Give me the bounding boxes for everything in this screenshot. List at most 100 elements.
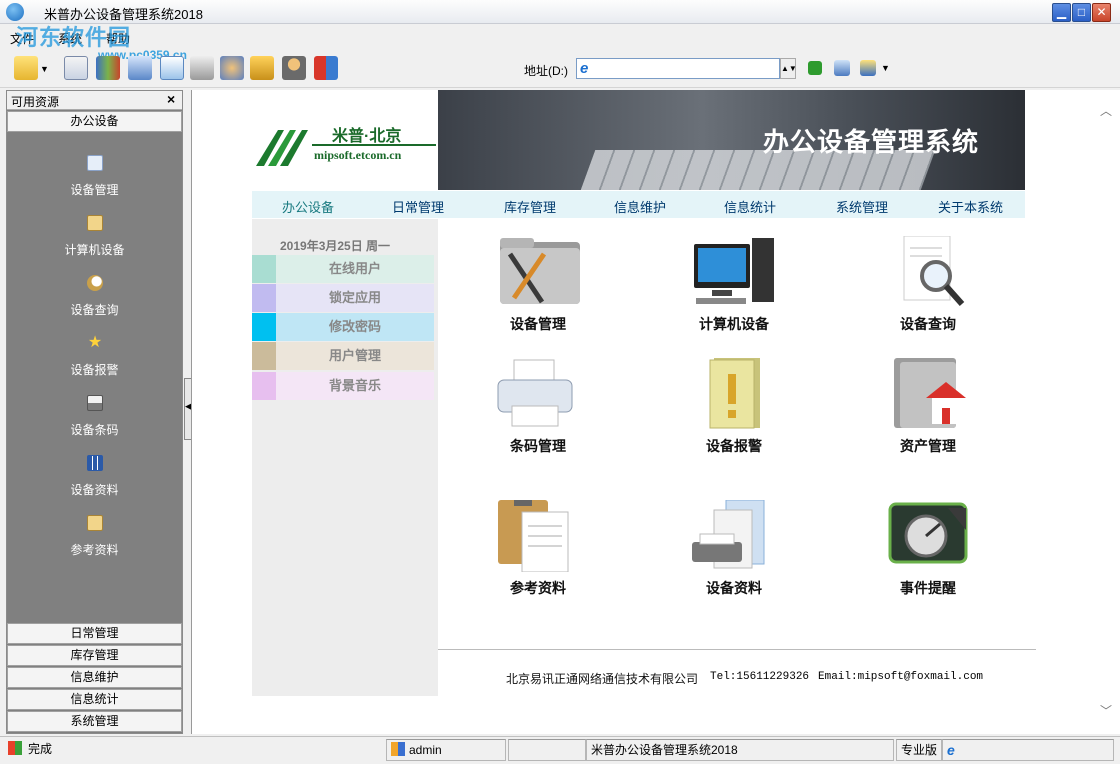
left-item-equipment-mgmt[interactable]: 设备管理	[7, 155, 182, 215]
address-dropdown[interactable]: ▲▼	[780, 58, 797, 79]
left-item-alarm[interactable]: ★ 设备报警	[7, 335, 182, 395]
tile-query[interactable]: 设备查询	[856, 236, 996, 346]
side-item-label: 背景音乐	[276, 372, 434, 400]
tile-equipment-mgmt[interactable]: 设备管理	[466, 236, 606, 346]
list-icon[interactable]	[64, 56, 88, 80]
nav-daily[interactable]: 日常管理	[392, 197, 444, 216]
monitor-icon[interactable]	[834, 60, 850, 76]
status-cell-main: 完成	[4, 739, 384, 761]
menu-bar: 文件 系统 帮助	[0, 26, 1120, 48]
ie-icon: e	[947, 742, 955, 758]
users-icon[interactable]	[220, 56, 244, 80]
date-label: 2019年3月25日 周一	[280, 239, 391, 253]
side-item-online-users[interactable]: 在线用户	[252, 255, 434, 283]
status-cell-app: 米普办公设备管理系统2018	[586, 739, 894, 761]
side-item-label: 修改密码	[276, 313, 434, 341]
chevron-down-icon[interactable]: ▼	[40, 64, 49, 74]
group-system[interactable]: 系统管理	[7, 711, 182, 732]
banner: 办公设备管理系统	[438, 90, 1025, 190]
tile-label: 资产管理	[900, 438, 956, 454]
side-item-change-password[interactable]: 修改密码	[252, 313, 434, 341]
go-icon[interactable]	[808, 61, 822, 75]
scroll-up-icon[interactable]: ︿	[1100, 102, 1112, 119]
document-icon	[87, 155, 103, 171]
open-icon[interactable]	[14, 56, 38, 80]
tile-event-reminder[interactable]: 事件提醒	[856, 500, 996, 610]
clipboard-icon	[87, 215, 103, 231]
group-statistics[interactable]: 信息统计	[7, 689, 182, 710]
panel-title: 可用资源	[11, 95, 60, 109]
color-swatch	[252, 342, 276, 370]
nav-about[interactable]: 关于本系统	[938, 197, 1003, 216]
group-daily[interactable]: 日常管理	[7, 623, 182, 644]
left-item-barcode[interactable]: 设备条码	[7, 395, 182, 455]
logo-divider	[312, 144, 436, 146]
panel-close-icon[interactable]: ×	[167, 91, 175, 107]
status-bar: 完成 admin 米普办公设备管理系统2018 专业版 e	[0, 736, 1120, 764]
color-swatch	[252, 255, 276, 283]
tile-alarm[interactable]: 设备报警	[662, 358, 802, 468]
tile-label: 计算机设备	[699, 316, 769, 332]
tile-reference[interactable]: 参考资料	[466, 500, 606, 610]
group-inventory[interactable]: 库存管理	[7, 645, 182, 666]
tile-equipment-data[interactable]: 设备资料	[662, 500, 802, 610]
left-item-label: 设备查询	[70, 303, 119, 317]
vertical-scrollbar[interactable]: ︿ ﹀	[1096, 90, 1116, 734]
app-icon	[6, 3, 24, 21]
left-item-label: 设备报警	[70, 363, 119, 377]
left-item-label: 参考资料	[70, 543, 119, 557]
magnifier-icon	[87, 275, 103, 291]
maximize-button[interactable]: □	[1072, 3, 1091, 22]
tile-label: 参考资料	[510, 580, 566, 596]
nav-system[interactable]: 系统管理	[836, 197, 888, 216]
left-item-reference[interactable]: 参考资料	[7, 515, 182, 575]
tile-label: 设备管理	[510, 316, 566, 332]
tile-barcode-mgmt[interactable]: 条码管理	[466, 358, 606, 468]
title-bar: 米普办公设备管理系统2018 ▁ □ ✕	[0, 0, 1120, 24]
scroll-down-icon[interactable]: ﹀	[1100, 702, 1112, 719]
nav-office-equipment[interactable]: 办公设备	[282, 197, 334, 216]
search-document-icon	[903, 236, 965, 306]
clipboard-icon	[87, 515, 103, 531]
side-item-user-mgmt[interactable]: 用户管理	[252, 342, 434, 370]
lock-icon[interactable]	[250, 56, 274, 80]
user-lock-icon[interactable]	[282, 56, 306, 80]
tile-label: 条码管理	[510, 438, 566, 454]
nav-inventory[interactable]: 库存管理	[504, 197, 556, 216]
report-icon[interactable]	[128, 56, 152, 80]
left-item-query[interactable]: 设备查询	[7, 275, 182, 335]
status-cell-empty	[508, 739, 586, 761]
books-icon[interactable]	[96, 56, 120, 80]
close-button[interactable]: ✕	[1092, 3, 1111, 22]
nav-maintenance[interactable]: 信息维护	[614, 197, 666, 216]
tile-asset-mgmt[interactable]: 资产管理	[856, 358, 996, 468]
side-item-bg-music[interactable]: 背景音乐	[252, 372, 434, 400]
footer-company: 北京易讯正通网络通信技术有限公司	[506, 672, 699, 686]
group-maintenance[interactable]: 信息维护	[7, 667, 182, 688]
tile-label: 事件提醒	[900, 580, 956, 596]
tile-computer[interactable]: 计算机设备	[662, 236, 802, 346]
left-item-data[interactable]: 设备资料	[7, 455, 182, 515]
printer-icon	[497, 359, 573, 427]
color-swatch	[252, 313, 276, 341]
toolbar: ▼ 地址(D:) e ▲▼ ▼	[0, 50, 1120, 88]
home-icon[interactable]	[160, 56, 184, 80]
nav-statistics[interactable]: 信息统计	[724, 197, 776, 216]
group-office-equipment[interactable]: 办公设备	[7, 111, 182, 132]
resource-panel: 可用资源 × 办公设备 设备管理 计算机设备 设备查询 ★ 设备报警 设备条码 …	[6, 90, 183, 734]
grid-icon	[87, 455, 103, 471]
chevron-down-icon[interactable]: ▼	[881, 63, 890, 73]
side-item-label: 锁定应用	[276, 284, 434, 312]
print-icon[interactable]	[190, 56, 214, 80]
logo-area: 米普·北京 mipsoft.etcom.cn	[252, 90, 438, 190]
logo-en: mipsoft.etcom.cn	[314, 148, 402, 162]
left-item-computer[interactable]: 计算机设备	[7, 215, 182, 275]
address-input[interactable]: e	[576, 58, 780, 79]
exit-icon[interactable]	[314, 56, 338, 80]
favorites-icon[interactable]	[860, 60, 876, 76]
status-app: 米普办公设备管理系统2018	[591, 743, 738, 757]
logo-cn: 米普·北京	[332, 128, 402, 145]
side-item-lock-app[interactable]: 锁定应用	[252, 284, 434, 312]
tile-label: 设备资料	[706, 580, 762, 596]
minimize-button[interactable]: ▁	[1052, 3, 1071, 22]
